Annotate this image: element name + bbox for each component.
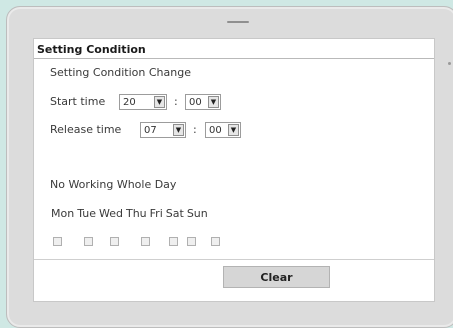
divider <box>34 58 434 59</box>
chevron-down-icon[interactable]: ▼ <box>208 96 219 108</box>
day-checkbox-sat[interactable] <box>187 237 196 246</box>
settings-panel: Setting Condition Setting Condition Chan… <box>33 38 435 302</box>
start-hour-value: 20 <box>123 96 136 108</box>
day-label: Sun <box>186 207 208 220</box>
no-working-label: No Working Whole Day <box>50 178 177 191</box>
start-minute-value: 00 <box>189 96 202 108</box>
start-time-label: Start time <box>50 95 106 108</box>
release-time-label: Release time <box>50 123 122 136</box>
start-minute-select[interactable]: 00 ▼ <box>185 94 221 110</box>
start-hour-select[interactable]: 20 ▼ <box>119 94 167 110</box>
release-time-separator: : <box>193 123 197 136</box>
day-checkbox-sun[interactable] <box>211 237 220 246</box>
day-label: Tue <box>77 207 96 220</box>
day-label: Fri <box>149 207 163 220</box>
tablet-grip <box>227 21 249 23</box>
day-checkbox-mon[interactable] <box>53 237 62 246</box>
day-checkbox-thu[interactable] <box>141 237 150 246</box>
day-label: Mon <box>51 207 75 220</box>
release-minute-value: 00 <box>209 124 222 136</box>
day-label: Sat <box>165 207 184 220</box>
section-title: Setting Condition <box>37 43 146 56</box>
day-checkbox-tue[interactable] <box>84 237 93 246</box>
start-time-separator: : <box>174 95 178 108</box>
weekday-labels: Mon Tue Wed Thu Fri Sat Sun <box>51 207 211 220</box>
release-minute-select[interactable]: 00 ▼ <box>205 122 241 138</box>
release-hour-select[interactable]: 07 ▼ <box>140 122 186 138</box>
day-label: Wed <box>99 207 123 220</box>
divider <box>34 259 434 260</box>
chevron-down-icon[interactable]: ▼ <box>154 96 165 108</box>
day-checkbox-fri[interactable] <box>169 237 178 246</box>
day-checkbox-wed[interactable] <box>110 237 119 246</box>
form-heading: Setting Condition Change <box>50 66 191 79</box>
day-label: Thu <box>125 207 147 220</box>
tablet-sensor <box>448 62 451 65</box>
clear-button[interactable]: Clear <box>223 266 330 288</box>
release-hour-value: 07 <box>144 124 157 136</box>
chevron-down-icon[interactable]: ▼ <box>228 124 239 136</box>
chevron-down-icon[interactable]: ▼ <box>173 124 184 136</box>
